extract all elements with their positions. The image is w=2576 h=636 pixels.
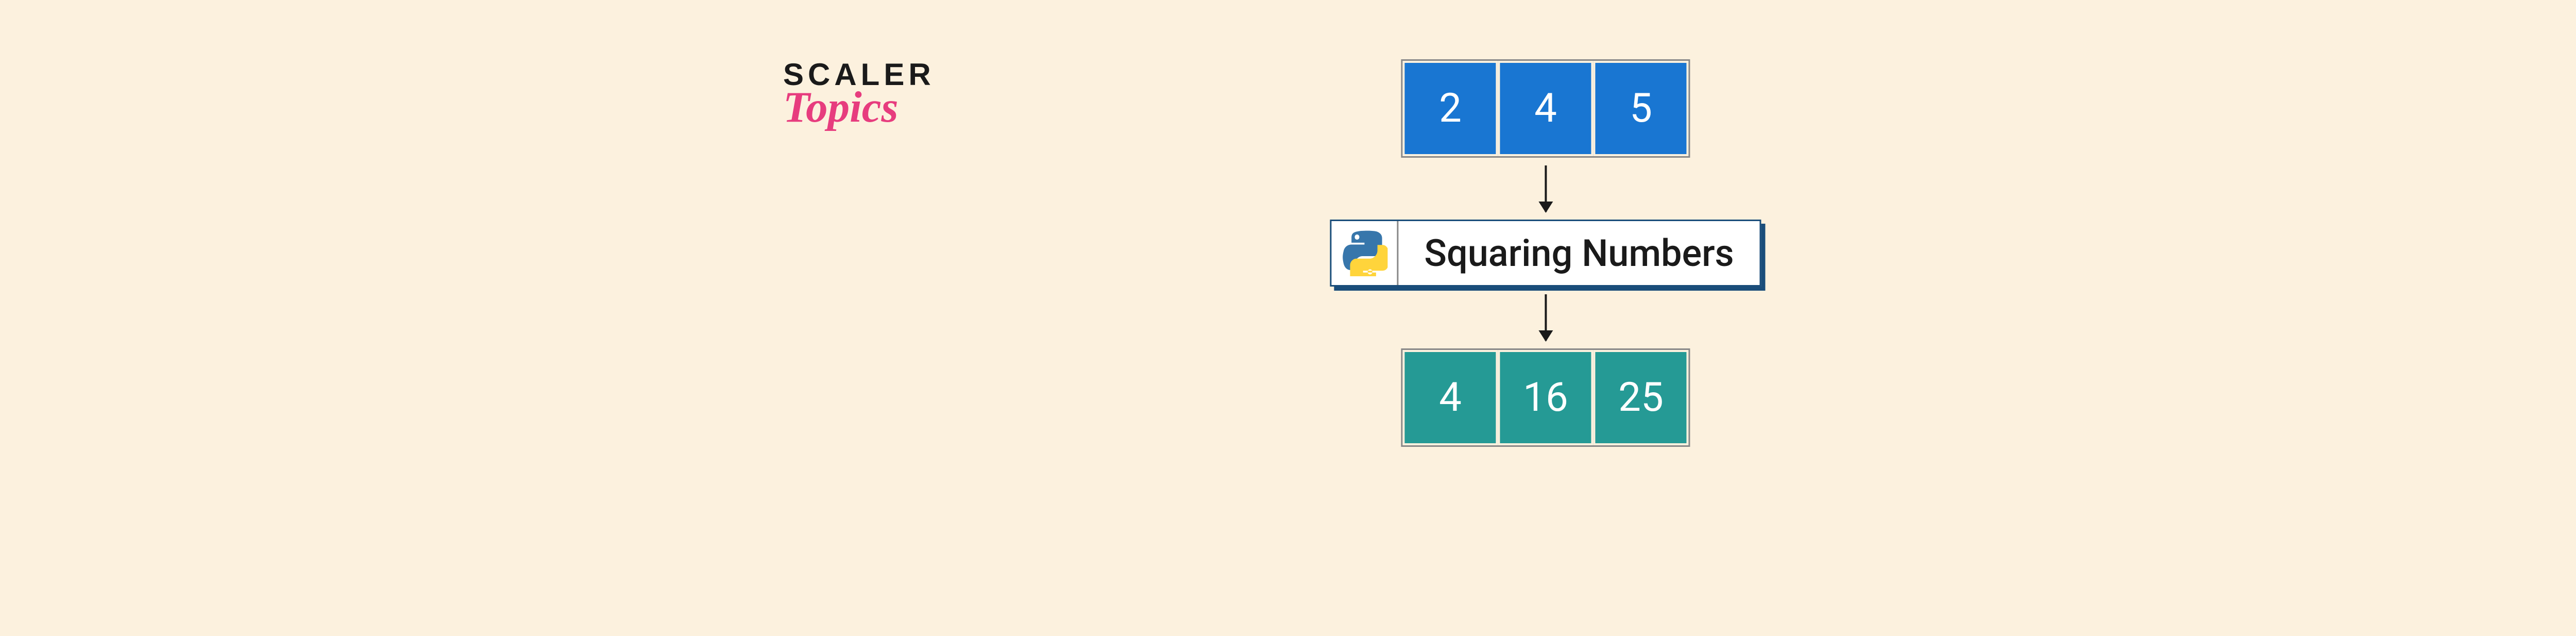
input-number-cell: 2 xyxy=(1402,61,1498,156)
arrow-down-icon xyxy=(1545,165,1547,212)
python-icon xyxy=(1331,221,1398,285)
output-number-cell: 4 xyxy=(1402,350,1498,445)
input-number-cell: 5 xyxy=(1593,61,1688,156)
squaring-diagram: 2 4 5 Squaring Numbers 4 16 25 xyxy=(1330,59,1761,447)
input-array: 2 4 5 xyxy=(1401,59,1690,158)
operation-box: Squaring Numbers xyxy=(1330,220,1761,287)
output-number-cell: 25 xyxy=(1593,350,1688,445)
operation-label: Squaring Numbers xyxy=(1398,221,1759,285)
arrow-down-icon xyxy=(1545,294,1547,341)
brand-logo: SCALER Topics xyxy=(783,57,935,132)
input-number-cell: 4 xyxy=(1498,61,1593,156)
output-array: 4 16 25 xyxy=(1401,348,1690,447)
output-number-cell: 16 xyxy=(1498,350,1593,445)
